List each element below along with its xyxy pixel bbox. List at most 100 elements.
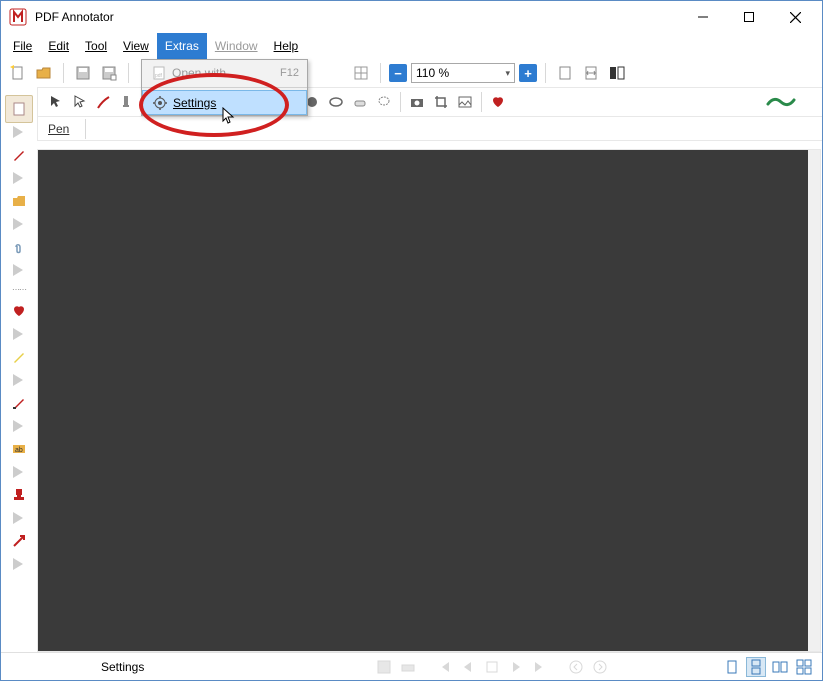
stroke-style-indicator[interactable] — [746, 94, 816, 110]
sidebar-expand-icon[interactable] — [5, 263, 33, 277]
menu-file[interactable]: File — [5, 33, 40, 59]
close-button[interactable] — [772, 2, 818, 32]
camera-tool[interactable] — [405, 90, 429, 114]
menu-tool[interactable]: Tool — [77, 33, 115, 59]
sidebar-expand-icon[interactable] — [5, 171, 33, 185]
eraser-tool[interactable] — [348, 90, 372, 114]
sidebar-pencil[interactable] — [5, 389, 33, 417]
sidebar-attachment[interactable] — [5, 233, 33, 261]
title-bar: PDF Annotator — [1, 1, 822, 33]
sidebar-page-outline[interactable] — [5, 95, 33, 123]
tool-properties-bar: Pen — [37, 117, 822, 141]
tool-name-label: Pen — [38, 122, 79, 136]
new-doc-button[interactable] — [7, 62, 29, 84]
status-hint: Settings — [101, 660, 261, 674]
sidebar-divider — [5, 285, 33, 293]
toolbar-separator — [380, 63, 381, 83]
layout-two-page-button[interactable] — [770, 657, 790, 677]
favorite-tool[interactable] — [486, 90, 510, 114]
menu-item-open-with[interactable]: pdf Open with ... F12 — [142, 60, 307, 85]
fit-page-button[interactable] — [554, 62, 576, 84]
vertical-scrollbar[interactable] — [808, 150, 820, 651]
marker-tool[interactable] — [116, 90, 140, 114]
sidebar-folder[interactable] — [5, 187, 33, 215]
sidebar-highlight[interactable] — [5, 343, 33, 371]
sidebar-arrow[interactable] — [5, 527, 33, 555]
pen-tool[interactable] — [92, 90, 116, 114]
sidebar-expand-icon[interactable] — [5, 373, 33, 387]
ellipse-tool[interactable] — [324, 90, 348, 114]
two-page-button[interactable] — [606, 62, 628, 84]
status-print-icon[interactable] — [398, 657, 418, 677]
window-controls — [680, 2, 818, 32]
extras-dropdown: pdf Open with ... F12 Settings — [141, 59, 308, 116]
zoom-value: 110 % — [416, 66, 449, 80]
sidebar-expand-icon[interactable] — [5, 217, 33, 231]
sidebar-expand-icon[interactable] — [5, 557, 33, 571]
toolbar-separator — [481, 92, 482, 112]
gear-icon — [147, 96, 173, 110]
layout-continuous-button[interactable] — [746, 657, 766, 677]
save-as-button[interactable] — [98, 62, 120, 84]
pointer-tool[interactable] — [44, 90, 68, 114]
page-indicator[interactable] — [482, 657, 502, 677]
toolbar-separator — [545, 63, 546, 83]
sidebar-favorite[interactable] — [5, 297, 33, 325]
layout-two-continuous-button[interactable] — [794, 657, 814, 677]
sidebar-stamp[interactable] — [5, 481, 33, 509]
menu-help[interactable]: Help — [266, 33, 307, 59]
document-canvas[interactable] — [38, 150, 808, 651]
maximize-button[interactable] — [726, 2, 772, 32]
main-toolbar: − 110 % ▾ + — [1, 59, 822, 87]
select-tool[interactable] — [68, 90, 92, 114]
nav-back-button[interactable] — [566, 657, 586, 677]
status-bar: Settings — [1, 652, 822, 680]
menu-separator — [142, 87, 307, 88]
save-button[interactable] — [72, 62, 94, 84]
minimize-button[interactable] — [680, 2, 726, 32]
document-area — [37, 149, 821, 652]
menu-bar: File Edit Tool View Extras Window Help — [1, 33, 822, 59]
toolbar-separator — [128, 63, 129, 83]
sidebar-expand-icon[interactable] — [5, 327, 33, 341]
svg-text:ab: ab — [15, 447, 23, 454]
zoom-in-button[interactable]: + — [519, 64, 537, 82]
sidebar-expand-icon[interactable] — [5, 125, 33, 139]
status-nav-group — [267, 657, 716, 677]
toolbar-separator — [63, 63, 64, 83]
window-title: PDF Annotator — [35, 10, 680, 24]
menu-item-settings[interactable]: Settings — [142, 90, 307, 115]
first-page-button[interactable] — [434, 657, 454, 677]
sidebar-text-box[interactable]: ab — [5, 435, 33, 463]
left-sidebar: ab — [1, 89, 37, 652]
prev-page-button[interactable] — [458, 657, 478, 677]
menu-edit[interactable]: Edit — [40, 33, 77, 59]
open-button[interactable] — [33, 62, 55, 84]
zoom-out-button[interactable]: − — [389, 64, 407, 82]
menu-window[interactable]: Window — [207, 33, 266, 59]
status-save-icon[interactable] — [374, 657, 394, 677]
svg-text:pdf: pdf — [155, 73, 163, 79]
dropdown-caret-icon: ▾ — [505, 68, 510, 79]
toolbar-separator — [400, 92, 401, 112]
fit-width-button[interactable] — [580, 62, 602, 84]
sidebar-pen-tool[interactable] — [5, 141, 33, 169]
lasso-tool[interactable] — [372, 90, 396, 114]
image-tool[interactable] — [453, 90, 477, 114]
next-page-button[interactable] — [506, 657, 526, 677]
crop-tool[interactable] — [429, 90, 453, 114]
separator — [85, 119, 86, 139]
zoom-level-dropdown[interactable]: 110 % ▾ — [411, 63, 515, 83]
status-layout-group — [722, 657, 814, 677]
sidebar-expand-icon[interactable] — [5, 465, 33, 479]
menu-extras[interactable]: Extras — [157, 33, 207, 59]
grid-button[interactable] — [350, 62, 372, 84]
menu-view[interactable]: View — [115, 33, 157, 59]
app-icon — [9, 8, 27, 26]
nav-forward-button[interactable] — [590, 657, 610, 677]
last-page-button[interactable] — [530, 657, 550, 677]
pdf-icon: pdf — [146, 65, 172, 81]
sidebar-expand-icon[interactable] — [5, 511, 33, 525]
layout-single-button[interactable] — [722, 657, 742, 677]
sidebar-expand-icon[interactable] — [5, 419, 33, 433]
